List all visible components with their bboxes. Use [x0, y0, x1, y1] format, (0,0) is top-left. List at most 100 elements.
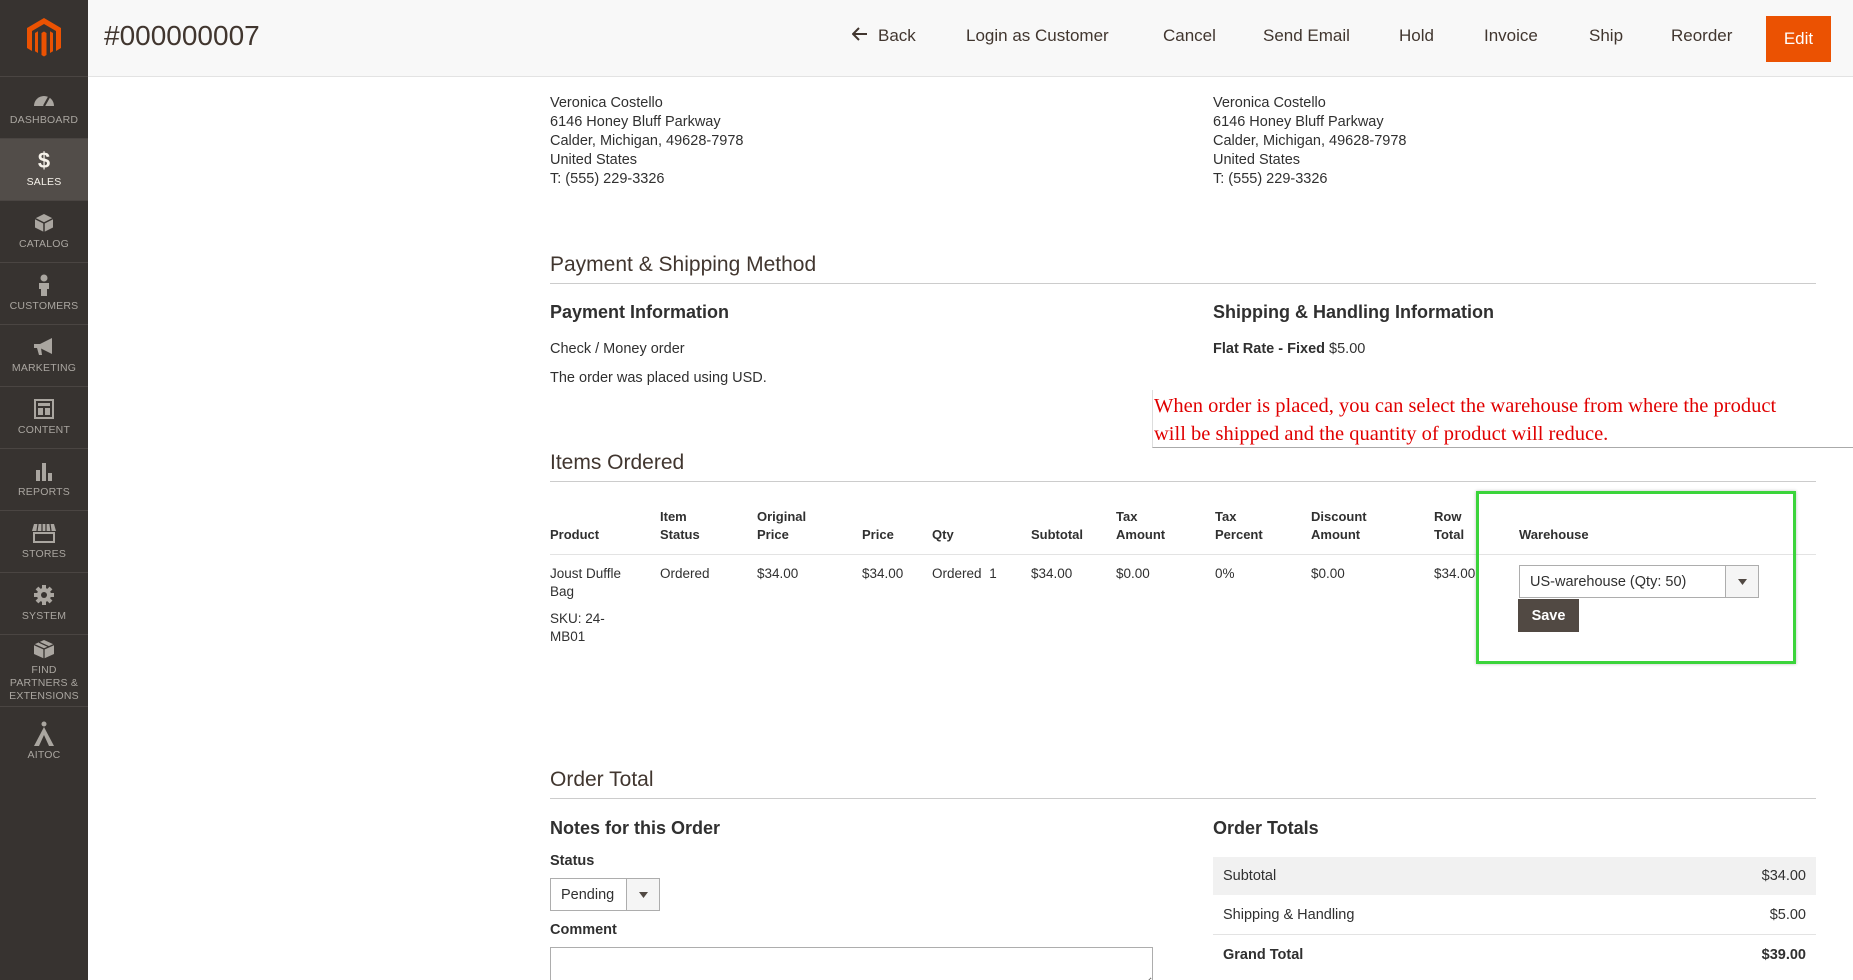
sidebar-item-label: SYSTEM: [21, 610, 67, 622]
column-header-discount-amount: Discount Amount: [1311, 508, 1367, 544]
address-line: 6146 Honey Bluff Parkway: [1213, 114, 1384, 130]
gear-icon: [33, 584, 55, 606]
page-title: #000000007: [104, 20, 260, 51]
invoice-button[interactable]: Invoice: [1484, 26, 1538, 46]
totals-row-subtotal: Subtotal $34.00: [1213, 857, 1816, 895]
order-totals-title: Order Totals: [1213, 818, 1319, 838]
sidebar-item-label: MARKETING: [11, 362, 77, 374]
back-button-label: Back: [878, 26, 916, 45]
edit-button[interactable]: Edit: [1766, 16, 1831, 62]
shipping-method-price: $5.00: [1329, 341, 1366, 357]
dashboard-icon: [32, 88, 56, 110]
totals-row-grand-total: Grand Total $39.00: [1213, 936, 1816, 974]
product-name-line: Joust Duffle: [550, 566, 622, 581]
discount-amount: $0.00: [1311, 566, 1345, 581]
warehouse-select-value: US-warehouse (Qty: 50): [1530, 573, 1687, 590]
sidebar-item-marketing[interactable]: MARKETING: [0, 324, 88, 386]
header-line: Original: [757, 509, 807, 524]
magento-logo[interactable]: [0, 0, 88, 76]
totals-value: $39.00: [1761, 947, 1806, 963]
tax-amount: $0.00: [1116, 566, 1150, 581]
payment-shipping-section-title: Payment & Shipping Method: [550, 253, 1816, 284]
header-line: Tax: [1215, 509, 1237, 524]
sidebar-item-content[interactable]: CONTENT: [0, 386, 88, 448]
address-line: 6146 Honey Bluff Parkway: [550, 114, 721, 130]
order-status-select[interactable]: Pending: [550, 878, 660, 911]
column-header-product: Product: [550, 527, 600, 542]
sidebar-item-stores[interactable]: STORES: [0, 510, 88, 572]
back-button[interactable]: Back: [851, 26, 916, 46]
header-line: Row: [1434, 509, 1462, 524]
header-line: Tax: [1116, 509, 1138, 524]
hold-button[interactable]: Hold: [1399, 26, 1434, 46]
totals-divider: [1213, 934, 1816, 935]
send-email-button[interactable]: Send Email: [1263, 26, 1350, 46]
comment-textarea[interactable]: [550, 947, 1153, 980]
items-ordered-section-title: Items Ordered: [550, 451, 1816, 482]
sidebar-item-system[interactable]: SYSTEM: [0, 572, 88, 634]
header-line: Price: [757, 527, 789, 542]
sidebar-item-reports[interactable]: REPORTS: [0, 448, 88, 510]
sidebar-item-dashboard[interactable]: DASHBOARD: [0, 76, 88, 138]
annotation-line: When order is placed, you can select the…: [1154, 395, 1777, 417]
status-label: Status: [550, 853, 595, 869]
subtotal: $34.00: [1031, 566, 1073, 581]
sidebar-item-label: REPORTS: [18, 486, 70, 498]
qty-label: Ordered: [932, 566, 982, 581]
header-line: Amount: [1116, 527, 1166, 542]
address-line: T: (555) 229-3326: [550, 171, 665, 187]
payment-method: Check / Money order: [550, 341, 685, 357]
shipping-address: Veronica Costello 6146 Honey Bluff Parkw…: [1213, 94, 1406, 189]
sidebar-item-label: SALES: [26, 176, 62, 188]
tax-percent: 0%: [1215, 566, 1235, 581]
store-icon: [32, 522, 56, 544]
login-as-customer-button[interactable]: Login as Customer: [966, 26, 1109, 46]
aitoc-icon: [33, 721, 55, 746]
arrow-left-icon: [851, 26, 868, 46]
header-line: Item: [660, 509, 687, 524]
address-line: United States: [550, 152, 638, 168]
totals-label: Shipping & Handling: [1223, 907, 1355, 923]
sidebar-item-label: CATALOG: [18, 238, 70, 250]
column-header-qty: Qty: [932, 527, 954, 542]
column-header-price: Price: [862, 527, 894, 542]
address-line: T: (555) 229-3326: [1213, 171, 1328, 187]
sidebar-item-aitoc[interactable]: AITOC: [0, 706, 88, 778]
totals-label: Subtotal: [1223, 868, 1277, 884]
shipping-method: Flat Rate - Fixed $5.00: [1213, 341, 1365, 357]
payment-information-title: Payment Information: [550, 302, 730, 322]
sidebar-item-customers[interactable]: CUSTOMERS: [0, 262, 88, 324]
notes-title: Notes for this Order: [550, 818, 721, 838]
save-warehouse-button[interactable]: Save: [1518, 599, 1579, 632]
payment-note: The order was placed using USD.: [550, 370, 767, 386]
header-line: Percent: [1215, 527, 1263, 542]
sku-line: SKU: 24-: [550, 611, 605, 626]
shipping-handling-title: Shipping & Handling Information: [1213, 302, 1494, 322]
sidebar-item-find-partners[interactable]: FIND PARTNERS & EXTENSIONS: [0, 634, 88, 706]
warehouse-select[interactable]: US-warehouse (Qty: 50): [1519, 565, 1759, 598]
sidebar-item-label: DASHBOARD: [9, 114, 79, 126]
billing-address: Veronica Costello 6146 Honey Bluff Parkw…: [550, 94, 743, 189]
address-line: Veronica Costello: [1213, 95, 1326, 111]
column-header-item-status: Item Status: [660, 508, 700, 544]
shipping-method-name: Flat Rate - Fixed: [1213, 341, 1325, 357]
cancel-button[interactable]: Cancel: [1163, 26, 1216, 46]
reorder-button[interactable]: Reorder: [1671, 26, 1732, 46]
column-header-original-price: Original Price: [757, 508, 806, 544]
comment-label: Comment: [550, 922, 617, 938]
cube-icon: [34, 212, 54, 234]
dollar-icon: $: [37, 148, 51, 173]
header-line: Status: [660, 527, 700, 542]
sidebar-item-catalog[interactable]: CATALOG: [0, 200, 88, 262]
magento-logo-icon: [27, 18, 61, 57]
sidebar-item-label: STORES: [21, 548, 67, 560]
product-sku: SKU: 24- MB01: [550, 610, 605, 646]
sidebar-item-sales[interactable]: $ SALES: [0, 138, 88, 200]
ship-button[interactable]: Ship: [1589, 26, 1623, 46]
sidebar-item-label: CUSTOMERS: [9, 300, 79, 312]
column-header-tax-amount: Tax Amount: [1116, 508, 1165, 544]
product-name: Joust Duffle Bag: [550, 565, 621, 601]
sidebar-item-label: AITOC: [27, 749, 61, 761]
sku-line: MB01: [550, 629, 586, 644]
chevron-down-icon: [626, 879, 659, 910]
